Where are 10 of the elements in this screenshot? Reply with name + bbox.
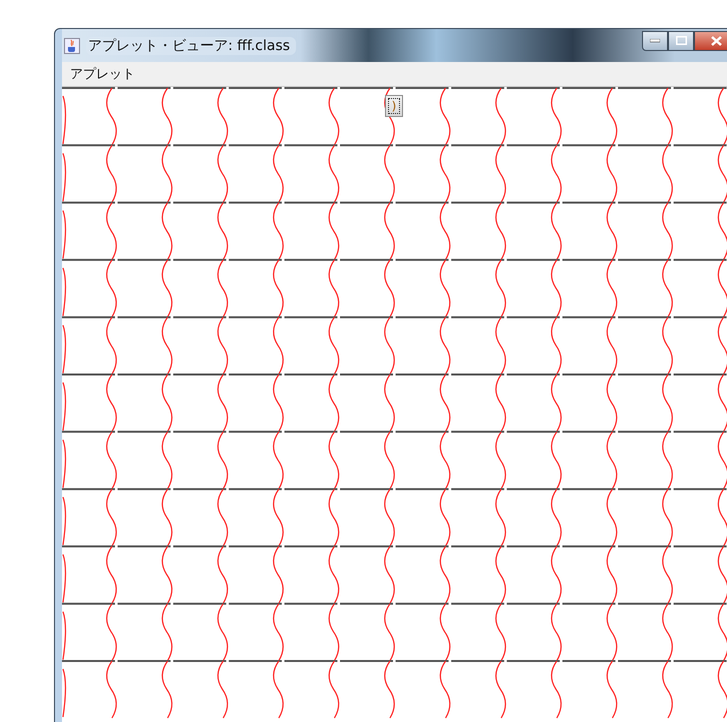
minimize-icon: [650, 38, 660, 42]
close-button[interactable]: [694, 30, 727, 50]
minimize-button[interactable]: [642, 30, 668, 50]
menu-item[interactable]: アプレット: [62, 65, 143, 83]
maximize-button[interactable]: [668, 30, 694, 50]
maximize-icon: [676, 36, 686, 45]
java-cup-icon: [64, 38, 80, 54]
applet-button[interactable]: ): [385, 95, 403, 117]
window-title: アプレット・ビューア: fff.class: [86, 36, 296, 54]
close-icon: [710, 36, 722, 46]
